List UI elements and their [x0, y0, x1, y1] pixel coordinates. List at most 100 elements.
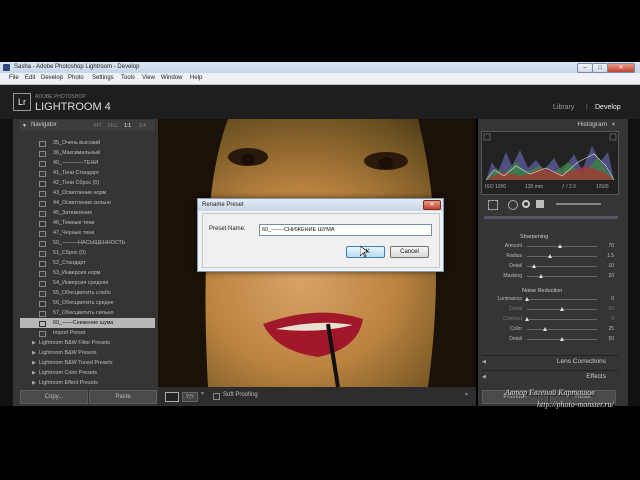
slider-knob[interactable]: [525, 317, 529, 321]
preset-item[interactable]: 60_——Снижение шума: [20, 318, 155, 328]
menu-develop[interactable]: Develop: [41, 75, 63, 81]
slider-row[interactable]: Color 25: [482, 325, 618, 334]
zoom-fit[interactable]: FIT: [94, 123, 102, 129]
slider-row[interactable]: Radius 1,5: [482, 252, 618, 261]
slider-knob[interactable]: [539, 274, 543, 278]
preset-item[interactable]: Import Preset: [20, 328, 155, 338]
folder-expand-icon[interactable]: ▶: [32, 338, 36, 348]
before-after-icon[interactable]: Y|Y: [182, 392, 198, 402]
spot-removal-icon[interactable]: [508, 200, 518, 210]
preset-folder[interactable]: ▶ Lightroom B&W Toned Presets: [20, 358, 155, 368]
slider-knob[interactable]: [560, 337, 564, 341]
brush-slider-icon[interactable]: [556, 203, 601, 205]
preset-item[interactable]: 52_Стандарт: [20, 258, 155, 268]
module-library[interactable]: Library: [553, 104, 574, 111]
lens-corrections-collapse-icon[interactable]: ◀: [482, 359, 486, 365]
preset-folder[interactable]: ▶ Lightroom B&W Presets: [20, 348, 155, 358]
preset-item[interactable]: 51_Сброс (0): [20, 248, 155, 258]
preset-item[interactable]: 53_Инверсия норм: [20, 268, 155, 278]
toolbar-menu-arrow-icon[interactable]: ▼: [464, 392, 469, 398]
preset-item[interactable]: 50_———НАСЫЩЕННОСТЬ: [20, 238, 155, 248]
menu-help[interactable]: Help: [190, 75, 202, 81]
slider-row[interactable]: Amount 70: [482, 242, 618, 251]
histogram-collapse-icon[interactable]: ▼: [611, 122, 616, 128]
slider-value[interactable]: 25: [604, 325, 614, 334]
menu-settings[interactable]: Settings: [92, 75, 114, 81]
slider-track[interactable]: [527, 319, 597, 320]
slider-value[interactable]: 0: [604, 295, 614, 304]
preset-item[interactable]: 47_Черные тени: [20, 228, 155, 238]
folder-expand-icon[interactable]: ▶: [32, 368, 36, 378]
preset-item[interactable]: 40_————ТЕНИ: [20, 158, 155, 168]
module-develop[interactable]: Develop: [595, 104, 621, 111]
red-eye-icon[interactable]: [522, 200, 530, 208]
histogram-title[interactable]: Histogram: [560, 121, 607, 128]
slider-row[interactable]: Detail 50: [482, 335, 618, 344]
minimize-button[interactable]: –: [577, 63, 593, 73]
zoom-1-4[interactable]: 1:4: [139, 123, 146, 129]
histogram[interactable]: ISO 1000 135 mm ƒ / 2.0 1/500: [481, 131, 619, 195]
menu-photo[interactable]: Photo: [68, 75, 84, 81]
preset-item[interactable]: 45_Затемнение: [20, 208, 155, 218]
slider-track[interactable]: [527, 329, 597, 330]
slider-row[interactable]: Contrast 0: [482, 315, 618, 324]
menu-tools[interactable]: Tools: [121, 75, 135, 81]
slider-knob[interactable]: [532, 264, 536, 268]
preset-folder[interactable]: ▶ Lightroom Effect Presets: [20, 378, 155, 388]
slider-knob[interactable]: [548, 254, 553, 258]
slider-knob[interactable]: [542, 327, 547, 331]
preset-item[interactable]: 55_Обесцветить слабо: [20, 288, 155, 298]
preset-name-input[interactable]: [259, 224, 432, 236]
preset-item[interactable]: 54_Инверсия средняя: [20, 278, 155, 288]
preset-item[interactable]: 43_Осветление норм: [20, 188, 155, 198]
folder-expand-icon[interactable]: ▶: [32, 358, 36, 368]
menu-window[interactable]: Window: [161, 75, 182, 81]
zoom-1-1[interactable]: 1:1: [124, 123, 131, 129]
slider-knob[interactable]: [560, 307, 564, 311]
preset-item[interactable]: 41_Тени Стандарт: [20, 168, 155, 178]
navigator-header[interactable]: ▼ Navigator FIT FILL 1:1 1:4: [20, 120, 155, 131]
folder-expand-icon[interactable]: ▶: [32, 348, 36, 358]
graduated-filter-icon[interactable]: [536, 200, 544, 208]
maximize-button[interactable]: □: [592, 63, 608, 73]
dialog-close-icon[interactable]: ✕: [423, 200, 441, 210]
preset-item[interactable]: 36_Максимальный: [20, 148, 155, 158]
paste-button[interactable]: Paste: [89, 390, 157, 404]
loupe-view-icon[interactable]: [165, 392, 179, 402]
view-options-arrow-icon[interactable]: ▼: [200, 391, 205, 397]
slider-value[interactable]: 50: [604, 305, 614, 314]
menu-view[interactable]: View: [142, 75, 155, 81]
preset-folder[interactable]: ▶ Lightroom Color Presets: [20, 368, 155, 378]
slider-track[interactable]: [527, 266, 597, 267]
slider-knob[interactable]: [557, 244, 562, 248]
preset-item[interactable]: 42_Тени Сброс (0): [20, 178, 155, 188]
lens-corrections-header[interactable]: Lens Corrections ◀: [482, 355, 618, 367]
preset-item[interactable]: 44_Осветление сильно: [20, 198, 155, 208]
soft-proofing-checkbox[interactable]: [213, 393, 220, 400]
slider-knob[interactable]: [525, 297, 529, 301]
slider-track[interactable]: [527, 299, 597, 300]
preset-item[interactable]: 56_Обесцветить средне: [20, 298, 155, 308]
preset-item[interactable]: 35_Очень высокий: [20, 138, 155, 148]
preset-item[interactable]: 46_Темные тени: [20, 218, 155, 228]
slider-value[interactable]: 50: [604, 335, 614, 344]
preset-item[interactable]: 57_Обесцветить сильно: [20, 308, 155, 318]
folder-expand-icon[interactable]: ▶: [32, 378, 36, 388]
preset-folder[interactable]: ▶ Lightroom B&W Filter Presets: [20, 338, 155, 348]
menu-edit[interactable]: Edit: [25, 75, 35, 81]
slider-value[interactable]: 1,5: [604, 252, 614, 261]
slider-value[interactable]: 20: [604, 272, 614, 281]
slider-row[interactable]: Detail 10: [482, 262, 618, 271]
effects-collapse-icon[interactable]: ◀: [482, 374, 486, 380]
slider-value[interactable]: 0: [604, 315, 614, 324]
slider-value[interactable]: 70: [604, 242, 614, 251]
slider-row[interactable]: Detail 50: [482, 305, 618, 314]
zoom-fill[interactable]: FILL: [108, 123, 118, 129]
copy-button[interactable]: Copy...: [20, 390, 88, 404]
slider-track[interactable]: [527, 246, 597, 247]
slider-row[interactable]: Masking 20: [482, 272, 618, 281]
slider-value[interactable]: 10: [604, 262, 614, 271]
collapse-triangle-icon[interactable]: ▼: [22, 123, 27, 129]
crop-tool-icon[interactable]: [488, 200, 498, 210]
close-window-button[interactable]: ✕: [607, 63, 635, 73]
